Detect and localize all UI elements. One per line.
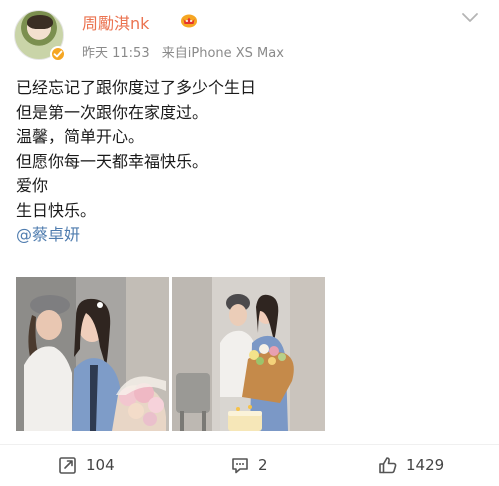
post-text-line: 但愿你每一天都幸福快乐。 bbox=[16, 151, 209, 171]
comment-icon bbox=[232, 458, 248, 474]
repost-count: 104 bbox=[86, 456, 115, 474]
comment-count: 2 bbox=[258, 456, 268, 474]
post-content: 已经忘记了跟你度过了多少个生日 但是第一次跟你在家度过。 温馨，简单开心。 但愿… bbox=[16, 76, 476, 248]
post-photo-2[interactable] bbox=[172, 277, 325, 431]
post-text-line: 生日快乐。 bbox=[16, 200, 97, 220]
post-text-line: 温馨，简单开心。 bbox=[16, 127, 145, 146]
username[interactable]: 周勵淇nk bbox=[82, 10, 149, 34]
like-count: 1429 bbox=[406, 456, 445, 474]
mention-link[interactable]: @蔡卓妍 bbox=[16, 223, 476, 248]
repost-icon bbox=[59, 457, 76, 474]
vip-crown-icon[interactable] bbox=[180, 12, 198, 28]
post-photo-1[interactable] bbox=[16, 277, 169, 431]
chevron-down-icon[interactable] bbox=[461, 12, 479, 24]
post-text-line: 爱你 bbox=[16, 176, 49, 195]
post-text-line: 已经忘记了跟你度过了多少个生日 bbox=[16, 78, 257, 97]
post-timestamp: 昨天 11:53 bbox=[82, 46, 150, 61]
post-text-line: 但是第一次跟你在家度过。 bbox=[16, 102, 209, 122]
post-source[interactable]: 来自iPhone XS Max bbox=[162, 46, 284, 61]
verified-badge-icon bbox=[50, 46, 66, 62]
repost-button[interactable]: 104 bbox=[58, 455, 115, 475]
comment-button[interactable]: 2 bbox=[230, 455, 268, 475]
avatar[interactable] bbox=[14, 10, 68, 64]
post-actions: 104 2 1429 bbox=[0, 444, 499, 486]
thumbs-up-icon bbox=[379, 457, 397, 474]
post-meta: 昨天 11:53 来自iPhone XS Max bbox=[82, 42, 292, 61]
post-header: 周勵淇nk 昨天 11:53 来自iPhone XS Max bbox=[14, 8, 485, 66]
photo-grid bbox=[16, 277, 483, 431]
like-button[interactable]: 1429 bbox=[378, 455, 444, 475]
